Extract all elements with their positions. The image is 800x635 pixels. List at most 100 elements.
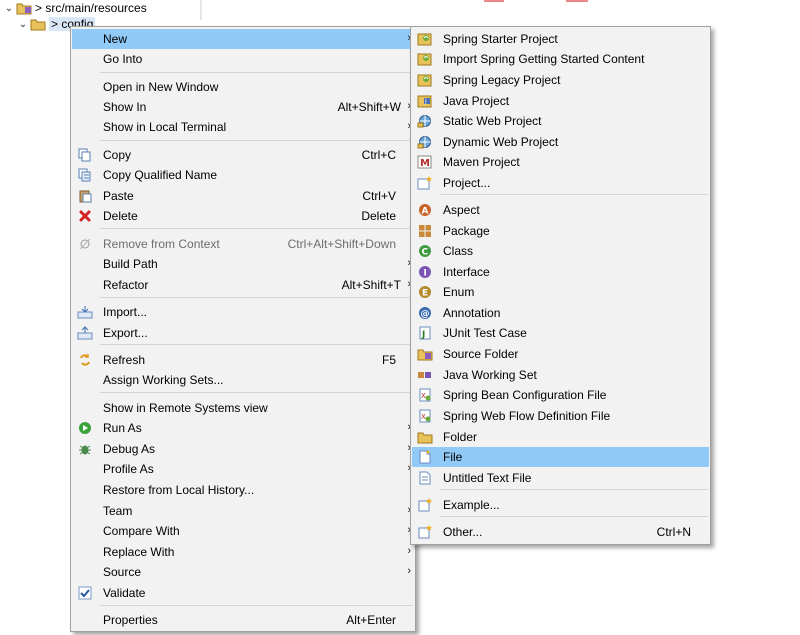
menu-item-folder[interactable]: Folder [412, 427, 709, 447]
menu-item-untitled-text-file[interactable]: Untitled Text File [412, 468, 709, 488]
svg-text:I: I [424, 269, 427, 279]
menu-item-label: Build Path [103, 257, 158, 271]
shortcut-label: Ctrl+N [656, 525, 691, 539]
menu-separator [100, 140, 413, 141]
menu-item-compare-with[interactable]: Compare With› [72, 521, 414, 541]
submenu-arrow-icon: › [407, 545, 411, 557]
menu-item-label: Refresh [103, 353, 146, 367]
expand-chevron-icon[interactable]: ⌄ [16, 19, 30, 30]
menu-item-static-web-project[interactable]: Static Web Project [412, 111, 709, 131]
menu-item-replace-with[interactable]: Replace With › [72, 542, 414, 562]
menu-item-label: Copy [103, 148, 132, 162]
menu-item-show-in-remote-systems-view[interactable]: Show in Remote Systems view [72, 398, 414, 418]
menu-item-spring-web-flow-definition-file[interactable]: X Spring Web Flow Definition File [412, 406, 709, 426]
menu-item-dynamic-web-project[interactable]: Dynamic Web Project [412, 132, 709, 152]
menu-item-label: Properties [103, 613, 158, 627]
menu-item-label: Spring Web Flow Definition File [443, 409, 611, 423]
menu-item-label: Refactor [103, 278, 149, 292]
menu-item-label: Spring Bean Configuration File [443, 388, 607, 402]
menu-item-restore-from-local-history[interactable]: Restore from Local History... [72, 480, 414, 500]
menu-item-enum[interactable]: E Enum [412, 282, 709, 302]
menu-item-label: Show In [103, 100, 147, 114]
menu-item-remove-from-context: Remove from Context Ctrl+Alt+Shift+Down [72, 234, 414, 254]
menu-item-refactor[interactable]: RefactorAlt+Shift+T› [72, 275, 414, 295]
menu-item-open-in-new-window[interactable]: Open in New Window [72, 77, 414, 97]
menu-item-copy[interactable]: Copy Ctrl+C [72, 145, 414, 165]
menu-item-label: Spring Legacy Project [443, 73, 561, 87]
context-menu: New›Go Into Open in New WindowShow InAlt+… [70, 26, 416, 632]
menu-item-go-into[interactable]: Go Into [72, 49, 414, 69]
menu-item-copy-qualified-name[interactable]: Copy Qualified Name [72, 165, 414, 185]
menu-item-label: Interface [443, 265, 490, 279]
menu-item-label: Static Web Project [443, 114, 542, 128]
menu-item-validate[interactable]: Validate [72, 583, 414, 603]
menu-item-label: Example... [443, 498, 500, 512]
menu-item-label: Export... [103, 326, 148, 340]
menu-item-maven-project[interactable]: M Maven Project [412, 152, 709, 172]
menu-item-label: File [443, 450, 463, 464]
menu-item-spring-bean-configuration-file[interactable]: X Spring Bean Configuration File [412, 385, 709, 405]
menu-item-run-as[interactable]: Run As› [72, 418, 414, 438]
menu-item-aspect[interactable]: A Aspect [412, 200, 709, 220]
maven-icon: M [417, 155, 433, 169]
menu-item-label: Show in Remote Systems view [103, 401, 268, 415]
menu-item-label: Profile As [103, 462, 154, 476]
menu-item-debug-as[interactable]: Debug As› [72, 439, 414, 459]
menu-item-junit-test-case[interactable]: J JUnit Test Case [412, 323, 709, 343]
menu-item-show-in[interactable]: Show InAlt+Shift+W› [72, 97, 414, 117]
menu-item-label: Java Working Set [443, 368, 537, 382]
menu-item-source-folder[interactable]: Source Folder [412, 344, 709, 364]
web-project-icon [417, 135, 433, 149]
export-icon [77, 326, 93, 340]
menu-item-export[interactable]: Export... [72, 323, 414, 343]
menu-item-refresh[interactable]: Refresh F5 [72, 350, 414, 370]
svg-text:M: M [420, 158, 430, 169]
menu-item-label: Paste [103, 189, 134, 203]
menu-item-team[interactable]: Team› [72, 501, 414, 521]
refresh-icon [77, 353, 93, 367]
menu-item-build-path[interactable]: Build Path› [72, 254, 414, 274]
menu-item-project[interactable]: Project... [412, 173, 709, 193]
menu-item-file[interactable]: File [412, 447, 709, 467]
menu-item-java-working-set[interactable]: Java Working Set [412, 365, 709, 385]
menu-item-label: Source Folder [443, 347, 519, 361]
expand-chevron-icon[interactable]: ⌄ [2, 3, 16, 14]
menu-item-import-spring-getting-started-content[interactable]: Import Spring Getting Started Content [412, 49, 709, 69]
editor-marker [566, 0, 588, 2]
menu-item-annotation[interactable]: @ Annotation [412, 303, 709, 323]
editor-marker [484, 0, 504, 2]
menu-item-delete[interactable]: Delete Delete [72, 206, 414, 226]
menu-item-spring-legacy-project[interactable]: Spring Legacy Project [412, 70, 709, 90]
tree-row-src-main-resources[interactable]: ⌄ > src/main/resources [2, 0, 147, 16]
menu-item-spring-starter-project[interactable]: Spring Starter Project [412, 29, 709, 49]
menu-item-new[interactable]: New› [72, 29, 414, 49]
menu-item-source[interactable]: Source › [72, 562, 414, 582]
menu-item-properties[interactable]: Properties Alt+Enter [72, 610, 414, 630]
menu-item-label: Untitled Text File [443, 471, 532, 485]
spring-xml-icon: X [417, 388, 433, 402]
spring-project-icon [417, 52, 433, 66]
svg-text:A: A [422, 207, 429, 217]
menu-item-assign-working-sets[interactable]: Assign Working Sets... [72, 370, 414, 390]
menu-item-paste[interactable]: Paste Ctrl+V [72, 186, 414, 206]
enum-icon: E [417, 285, 433, 299]
menu-item-label: Package [443, 224, 490, 238]
svg-text:J: J [421, 330, 425, 340]
copy-icon [77, 148, 93, 162]
menu-item-package[interactable]: Package [412, 221, 709, 241]
menu-item-label: Team [103, 504, 133, 518]
import-icon [77, 305, 93, 319]
menu-item-class[interactable]: C Class [412, 241, 709, 261]
menu-item-profile-as[interactable]: Profile As› [72, 459, 414, 479]
menu-item-label: Dynamic Web Project [443, 135, 559, 149]
menu-item-example[interactable]: Example... [412, 495, 709, 515]
package-icon [417, 224, 433, 238]
menu-item-interface[interactable]: I Interface [412, 262, 709, 282]
menu-item-show-in-local-terminal[interactable]: Show in Local Terminal› [72, 117, 414, 137]
spring-project-icon [417, 32, 433, 46]
menu-item-label: Annotation [443, 306, 501, 320]
menu-item-import[interactable]: Import... [72, 302, 414, 322]
menu-item-other[interactable]: Other... Ctrl+N [412, 522, 709, 542]
interface-icon: I [417, 265, 433, 279]
menu-item-java-project[interactable]: J Java Project [412, 91, 709, 111]
